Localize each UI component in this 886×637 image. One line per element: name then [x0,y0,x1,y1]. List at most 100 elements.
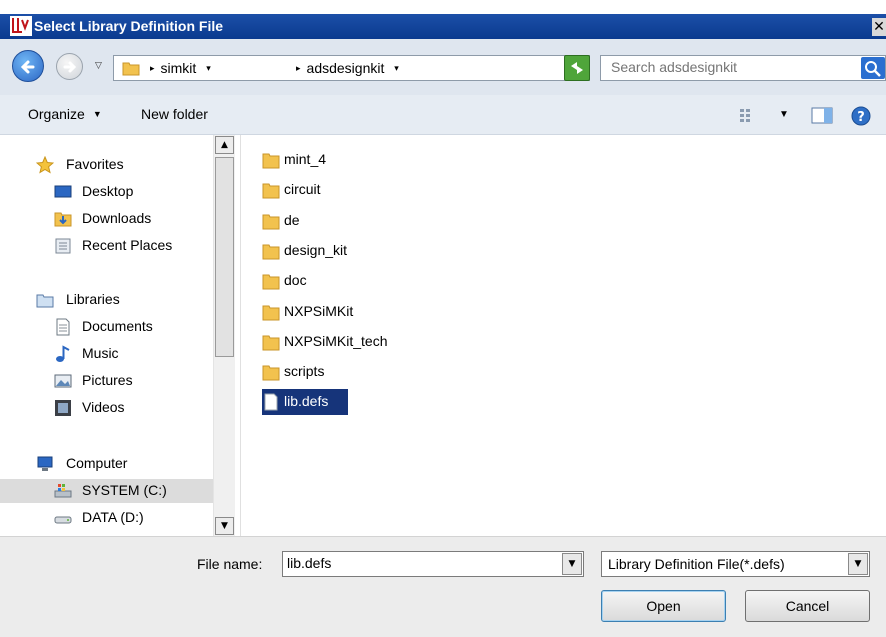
file-type-select[interactable]: Library Definition File(*.defs) ▼ [601,551,870,577]
nav-label: Documents [82,318,153,334]
navigation-pane: Favorites Desktop Downloads Recent Place… [0,135,241,536]
folder-icon [262,365,280,381]
nav-scrollbar[interactable]: ▲ ▼ [213,135,235,536]
nav-item-recent-places[interactable]: Recent Places [0,234,213,258]
breadcrumb-separator-icon: ▸ [150,63,155,73]
nav-item-system-c[interactable]: SYSTEM (C:) [0,479,213,503]
search-input[interactable] [611,59,851,75]
drive-icon [54,516,72,524]
recent-locations-dropdown-icon[interactable]: ▽ [95,61,102,71]
chevron-down-icon[interactable]: ▼ [848,553,868,575]
computer-icon [37,456,53,471]
nav-label: Recent Places [82,237,173,253]
music-icon [56,345,70,362]
folder-icon [122,62,140,76]
file-list: mint_4circuit de design_kitdoc NXPSiMKit NXP… [241,135,886,536]
file-name: circuit [284,181,321,198]
new-folder-button[interactable]: New folder [141,106,208,122]
file-name: doc [284,272,307,289]
command-bar: Organize ▼ New folder ▼ ? [0,95,886,135]
folder-item[interactable]: mint_4 [262,147,422,173]
nav-label: Libraries [66,291,120,307]
nav-favorites[interactable]: Favorites [0,153,213,177]
search-icon[interactable] [861,57,885,79]
downloads-folder-icon [54,212,72,227]
file-type-value: Library Definition File(*.defs) [608,556,785,572]
back-button[interactable] [12,50,44,82]
file-item[interactable]: lib.defs [262,389,348,416]
folder-icon [262,274,280,290]
cancel-button[interactable]: Cancel [745,590,870,622]
nav-item-data-d[interactable]: DATA (D:) [0,506,213,530]
file-name: de [284,211,300,228]
close-icon[interactable]: ✕ [872,18,886,36]
file-icon [264,393,278,411]
nav-label: Desktop [82,183,134,199]
recent-places-icon [55,238,71,254]
file-name-combo[interactable]: ▼ [282,551,584,577]
nav-item-pictures[interactable]: Pictures [0,369,213,393]
nav-label: Pictures [82,372,133,388]
nav-label: Music [82,345,119,361]
folder-icon [262,153,280,169]
nav-computer[interactable]: Computer [0,452,213,476]
file-name: NXPSiMKit_tech [284,332,388,349]
folder-item[interactable]: scripts [262,359,422,385]
videos-icon [55,400,71,416]
nav-label: Downloads [82,210,152,226]
libraries-icon [36,294,54,308]
folder-item[interactable]: doc [262,268,422,294]
nav-label: DATA (D:) [82,509,144,525]
breadcrumb-separator-icon: ▸ [296,63,301,73]
folder-item[interactable]: circuit [262,177,422,203]
file-name-input[interactable] [287,555,557,571]
app-logo-icon [10,16,32,36]
file-name-label: File name: [197,556,263,572]
folder-icon [262,183,280,199]
help-icon[interactable]: ? [850,105,872,127]
file-name: lib.defs [284,393,329,410]
window-title: Select Library Definition File [34,18,224,34]
scroll-thumb[interactable] [215,157,234,357]
file-name: design_kit [284,241,348,258]
search-box[interactable] [600,55,886,81]
nav-item-music[interactable]: Music [0,342,213,366]
chevron-down-icon: ▾ [206,63,211,73]
nav-item-videos[interactable]: Videos [0,396,213,420]
breadcrumb-adsdesignkit[interactable]: ▸ adsdesignkit ▾ [296,60,405,76]
refresh-icon [571,62,583,74]
folder-icon [262,335,280,351]
pictures-icon [54,374,72,388]
scroll-down-icon[interactable]: ▼ [215,517,234,535]
chevron-down-icon[interactable]: ▼ [562,553,582,575]
address-field[interactable]: ▸simkit ▾ ▸adsdesignkit ▾ ▼ [113,55,590,81]
organize-button[interactable]: Organize ▼ [28,106,102,122]
refresh-button[interactable] [564,55,590,81]
arrow-left-icon [20,60,35,74]
nav-item-downloads[interactable]: Downloads [0,207,213,231]
star-icon [36,156,54,174]
file-name: NXPSiMKit [284,302,354,319]
documents-icon [56,318,70,336]
view-options-icon[interactable] [737,105,759,125]
title-bar: Select Library Definition File ✕ [0,14,886,39]
nav-label: Videos [82,399,125,415]
breadcrumb-simkit[interactable]: ▸ simkit ▾ [150,60,217,76]
nav-libraries[interactable]: Libraries [0,288,213,312]
nav-item-desktop[interactable]: Desktop [0,180,213,204]
arrow-right-icon [63,61,77,73]
folder-item[interactable]: NXPSiMKit_tech [262,329,422,355]
preview-pane-icon[interactable] [810,105,834,125]
file-name: mint_4 [284,151,327,167]
view-dropdown-icon[interactable]: ▼ [779,109,789,120]
system-drive-icon [54,484,72,498]
nav-label: SYSTEM (C:) [82,482,167,498]
forward-button[interactable] [56,53,83,80]
nav-item-documents[interactable]: Documents [0,315,213,339]
scroll-up-icon[interactable]: ▲ [215,136,234,154]
address-bar-area: ▽ ▸simkit ▾ ▸adsdesignkit ▾ ▼ [0,39,886,95]
folder-item[interactable]: de [262,208,422,234]
open-button[interactable]: Open [601,590,726,622]
folder-item[interactable]: design_kit [262,238,422,264]
folder-item[interactable]: NXPSiMKit [262,299,422,325]
